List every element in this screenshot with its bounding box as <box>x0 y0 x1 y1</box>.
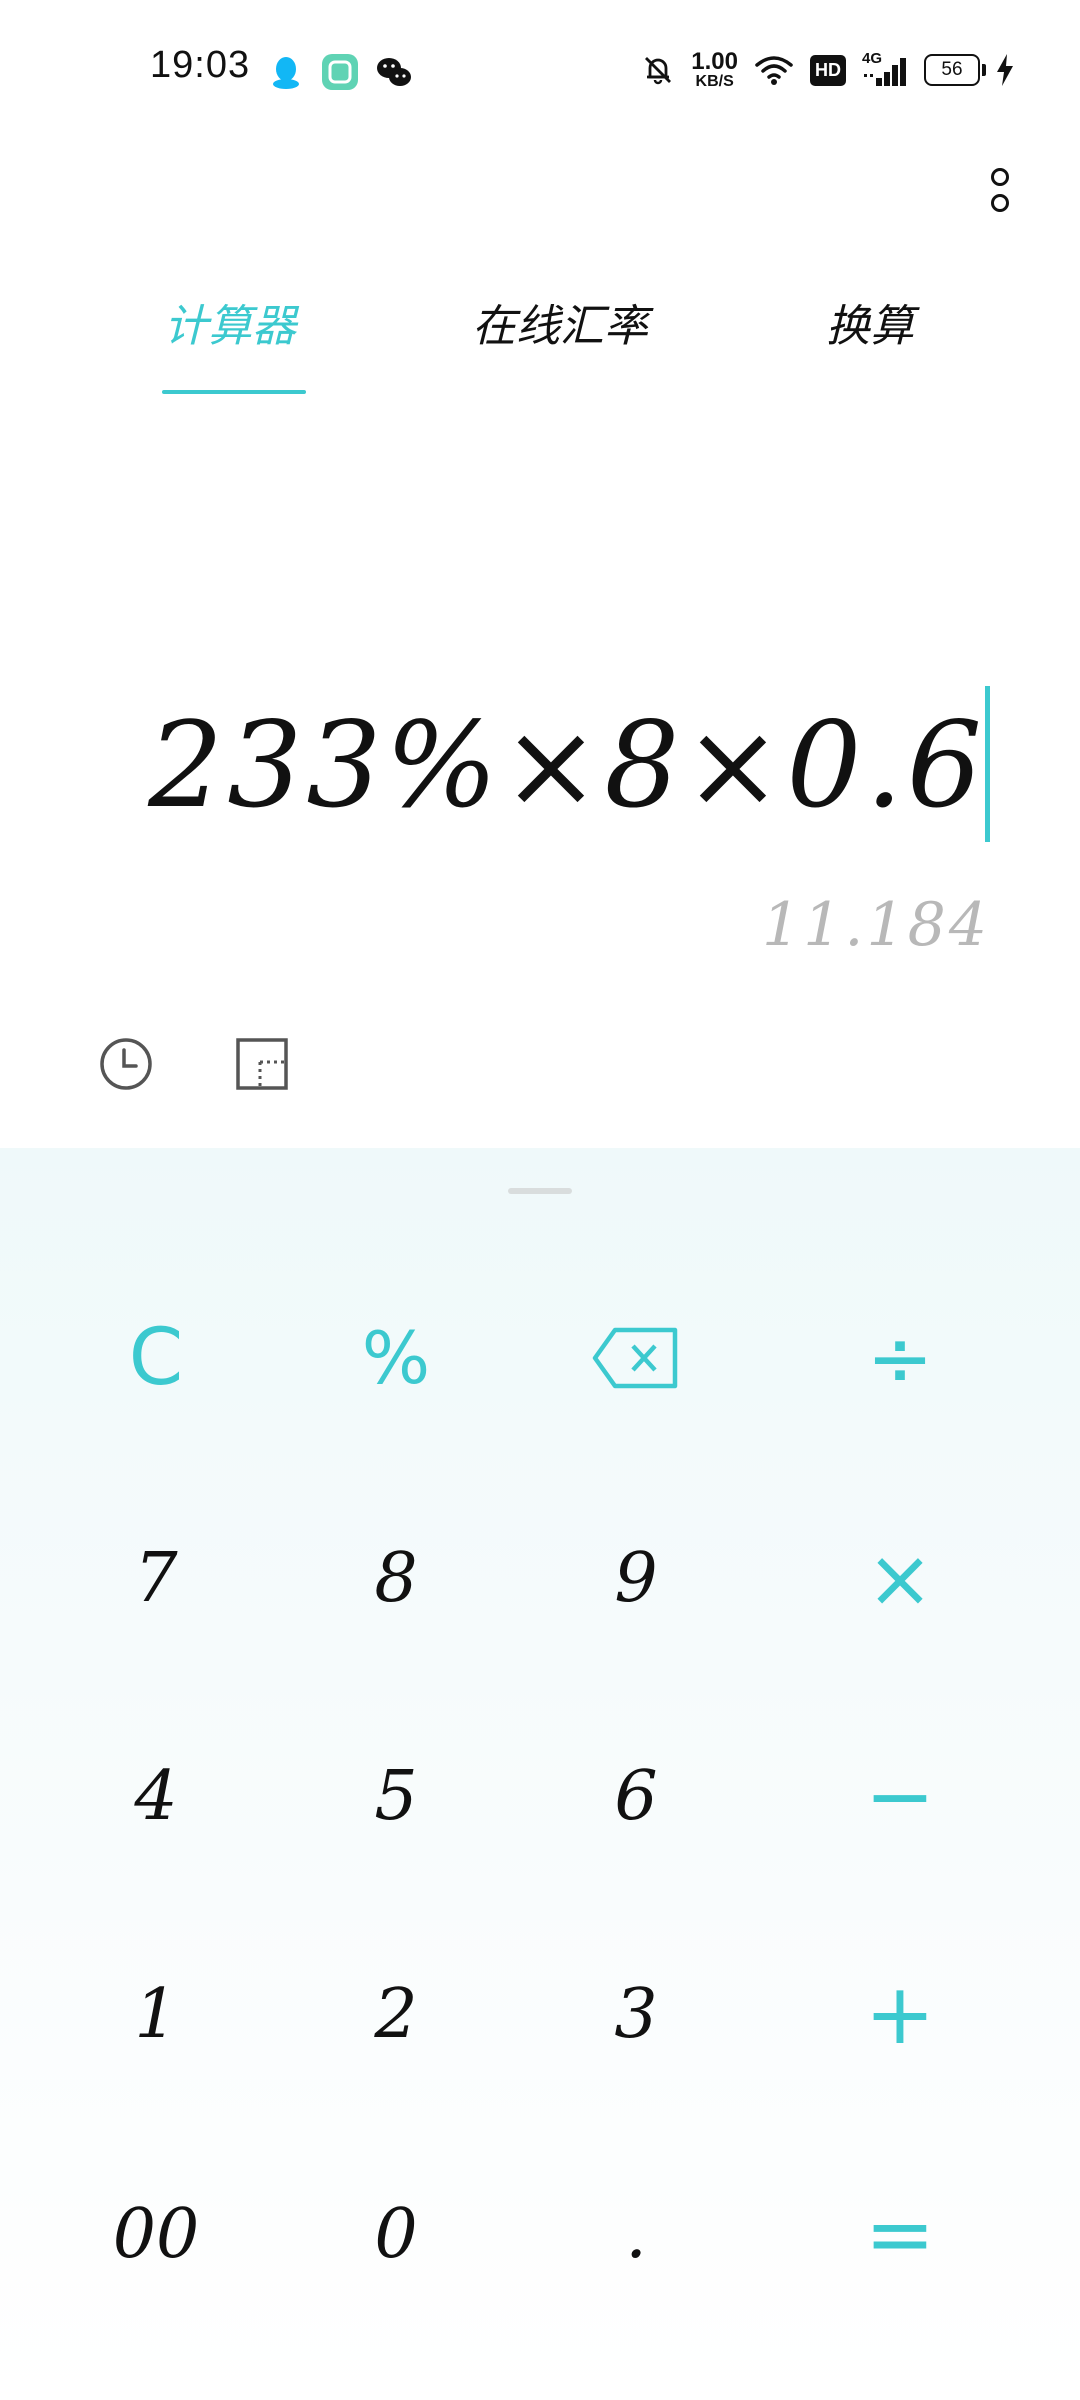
mode-tabs: 计算器 在线汇率 换算 <box>0 290 1080 400</box>
scientific-mode-icon[interactable] <box>234 1036 290 1092</box>
network-speed: 1.00 KB/S <box>691 50 738 90</box>
clear-button[interactable]: C <box>36 1258 276 1458</box>
mute-bell-icon <box>645 57 672 85</box>
notification-icons <box>266 52 414 92</box>
backspace-icon <box>592 1327 678 1389</box>
battery-level: 56 <box>941 59 963 80</box>
text-cursor <box>985 686 990 842</box>
app-notification-icon <box>322 54 358 90</box>
digit-4-button[interactable]: 4 <box>36 1696 276 1896</box>
double-zero-button[interactable]: 00 <box>36 2134 276 2334</box>
network-speed-value: 1.00 <box>691 48 738 75</box>
more-options-icon <box>991 168 1009 186</box>
digit-2-button[interactable]: 2 <box>276 1914 516 2114</box>
minus-button[interactable]: − <box>780 1696 1020 1896</box>
tab-exchange-rate[interactable]: 在线汇率 <box>472 290 648 354</box>
result-preview: 11.184 <box>762 890 990 960</box>
more-options-icon-dot <box>991 194 1009 212</box>
multiply-button[interactable]: × <box>780 1478 1020 1678</box>
keypad: C % ÷ 7 8 9 × 4 5 6 − 1 2 3 + 00 0 . = <box>0 1148 1080 2400</box>
divide-button[interactable]: ÷ <box>780 1258 1020 1458</box>
status-indicators: 1.00 KB/S HD 4G 56 <box>641 50 1014 90</box>
wifi-icon <box>755 56 793 85</box>
digit-1-button[interactable]: 1 <box>36 1914 276 2114</box>
equals-button[interactable]: = <box>780 2134 1020 2334</box>
plus-button[interactable]: + <box>780 1914 1020 2114</box>
cellular-signal: 4G <box>862 50 908 88</box>
status-time: 19:03 <box>150 44 251 86</box>
digit-0-button[interactable]: 0 <box>276 2134 516 2334</box>
network-speed-unit: KB/S <box>695 73 734 90</box>
digit-6-button[interactable]: 6 <box>516 1696 756 1896</box>
signal-bars-icon <box>864 58 906 86</box>
digit-8-button[interactable]: 8 <box>276 1478 516 1678</box>
tab-conversion[interactable]: 换算 <box>826 290 914 354</box>
charging-bolt-icon <box>997 54 1013 86</box>
expression-display[interactable]: 233%×8×0.6 <box>148 690 986 840</box>
display-tools <box>98 1036 290 1092</box>
calculator-screen: 19:03 1.00 KB/S HD 4G 56 计算器 在线汇率 换算 233… <box>0 0 1080 2400</box>
battery-indicator: 56 <box>924 54 986 86</box>
keypad-drag-handle[interactable] <box>508 1188 572 1194</box>
wechat-icon <box>377 58 411 86</box>
hd-badge: HD <box>810 54 846 86</box>
decimal-point-button[interactable]: . <box>516 2134 756 2334</box>
active-tab-indicator <box>162 390 306 394</box>
backspace-button[interactable] <box>516 1258 756 1458</box>
digit-3-button[interactable]: 3 <box>516 1914 756 2114</box>
tab-calculator[interactable]: 计算器 <box>164 290 296 354</box>
digit-7-button[interactable]: 7 <box>36 1478 276 1678</box>
digit-5-button[interactable]: 5 <box>276 1696 516 1896</box>
status-bar: 19:03 1.00 KB/S HD 4G 56 <box>0 0 1080 140</box>
percent-button[interactable]: % <box>276 1258 516 1458</box>
more-options-button[interactable] <box>980 160 1020 220</box>
history-clock-icon[interactable] <box>98 1036 154 1092</box>
digit-9-button[interactable]: 9 <box>516 1478 756 1678</box>
qq-icon <box>273 57 299 89</box>
